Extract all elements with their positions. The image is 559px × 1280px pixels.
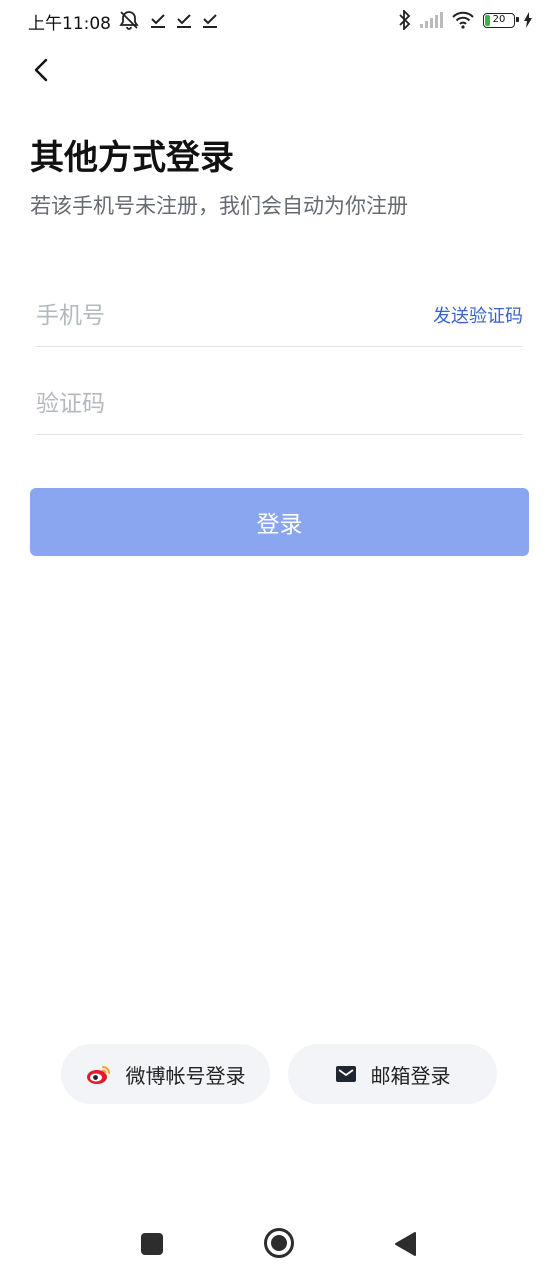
status-time: 上午11:08: [28, 14, 111, 34]
notification-icons: [118, 10, 218, 30]
battery-icon: 20: [483, 12, 519, 28]
recent-apps-button[interactable]: [140, 1232, 164, 1260]
signal-icon: [419, 12, 443, 28]
download-done-icon: [150, 11, 166, 29]
login-button[interactable]: 登录: [30, 488, 529, 556]
nav-back-button[interactable]: [393, 1231, 417, 1261]
alarm-off-icon: [118, 10, 140, 30]
bluetooth-icon: [399, 10, 411, 30]
recent-apps-icon: [141, 1233, 163, 1255]
back-button[interactable]: [26, 54, 58, 86]
home-icon: [264, 1228, 294, 1258]
send-code-button[interactable]: 发送验证码: [433, 302, 523, 328]
charging-icon: [523, 12, 533, 28]
weibo-login-label: 微博帐号登录: [125, 1063, 246, 1088]
weibo-icon: [86, 1063, 112, 1085]
verification-code-input[interactable]: [36, 386, 396, 422]
phone-input[interactable]: [36, 298, 396, 334]
download-done-icon: [176, 11, 192, 29]
system-icons: 20: [399, 10, 533, 30]
page-subtitle: 若该手机号未注册，我们会自动为你注册: [30, 194, 408, 218]
home-button[interactable]: [263, 1227, 295, 1263]
wifi-icon: [451, 11, 475, 29]
chevron-left-icon: [34, 58, 48, 82]
weibo-login-button[interactable]: 微博帐号登录: [61, 1044, 270, 1104]
back-icon: [395, 1232, 416, 1256]
email-login-button[interactable]: 邮箱登录: [288, 1044, 497, 1104]
phone-field-row: 发送验证码: [36, 286, 523, 347]
page-title: 其他方式登录: [30, 138, 234, 178]
download-done-icon: [202, 11, 218, 29]
mail-icon: [335, 1065, 357, 1083]
status-bar: 上午11:08 20: [0, 0, 559, 42]
email-login-label: 邮箱登录: [370, 1063, 451, 1088]
battery-level: 20: [492, 13, 506, 25]
code-field-row: [36, 374, 523, 435]
system-nav-bar: [0, 1210, 559, 1280]
